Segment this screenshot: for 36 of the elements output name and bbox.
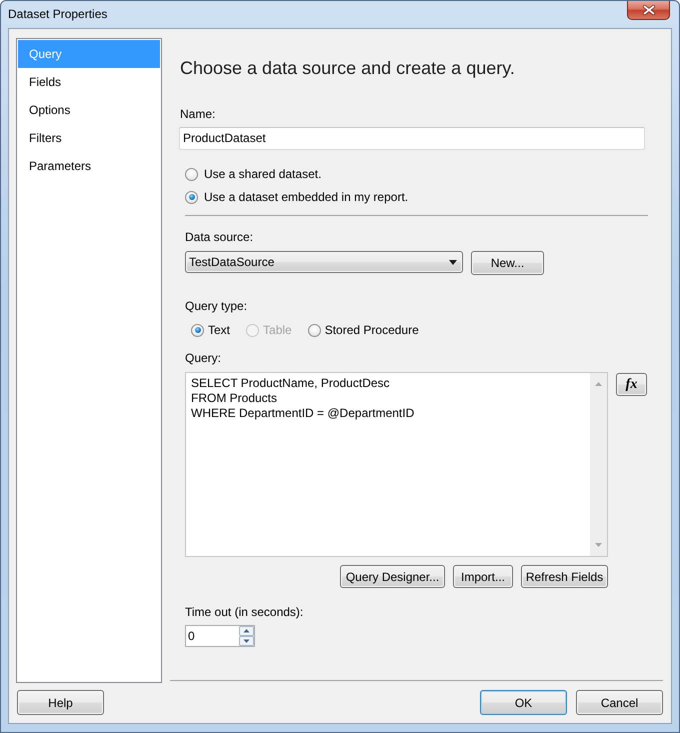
close-icon <box>642 5 654 15</box>
page-heading: Choose a data source and create a query. <box>180 57 516 80</box>
sidebar-item[interactable]: Fields <box>18 68 160 96</box>
name-label: Name: <box>180 107 216 121</box>
data-source-label: Data source: <box>185 230 254 244</box>
query-field[interactable]: SELECT ProductName, ProductDesc FROM Products WHERE DepartmentID = @DepartmentID <box>185 372 608 557</box>
caret-up-icon[interactable] <box>239 626 254 636</box>
name-field[interactable]: ProductDataset <box>179 127 645 150</box>
query-designer-button[interactable]: Query Designer... <box>340 565 445 588</box>
radio-label[interactable]: Stored Procedure <box>324 322 419 338</box>
query-type-label: Query type: <box>185 299 248 313</box>
close-button[interactable] <box>627 1 670 20</box>
ok-button[interactable]: OK <box>480 690 567 715</box>
radio-button[interactable] <box>191 324 204 336</box>
caret-down-icon <box>449 260 457 264</box>
help-button[interactable]: Help <box>17 690 104 715</box>
import-button[interactable]: Import... <box>453 565 513 588</box>
radio-button[interactable] <box>308 324 321 336</box>
cancel-button[interactable]: Cancel <box>576 690 663 715</box>
radio-button[interactable] <box>185 190 198 204</box>
sidebar-item[interactable]: Options <box>18 96 160 124</box>
sidebar-item[interactable]: Parameters <box>18 152 160 180</box>
data-source-dropdown[interactable]: TestDataSource <box>185 251 463 273</box>
radio-label[interactable]: Use a shared dataset. <box>204 166 322 182</box>
timeout-label: Time out (in seconds): <box>185 605 304 619</box>
sidebar-item[interactable]: Filters <box>18 124 160 152</box>
caret-down-icon[interactable] <box>239 636 254 646</box>
timeout-field[interactable]: 0 <box>185 625 255 647</box>
radio-label[interactable]: Use a dataset embedded in my report. <box>204 189 408 205</box>
radio-button[interactable] <box>185 168 198 180</box>
window-title: Dataset Properties <box>8 7 108 22</box>
expression-button[interactable]: fx <box>616 373 647 396</box>
refresh-fields-button[interactable]: Refresh Fields <box>521 565 608 588</box>
new-button[interactable]: New... <box>471 251 544 275</box>
radio-label[interactable]: Text <box>208 322 230 338</box>
query-label: Query: <box>185 351 222 365</box>
